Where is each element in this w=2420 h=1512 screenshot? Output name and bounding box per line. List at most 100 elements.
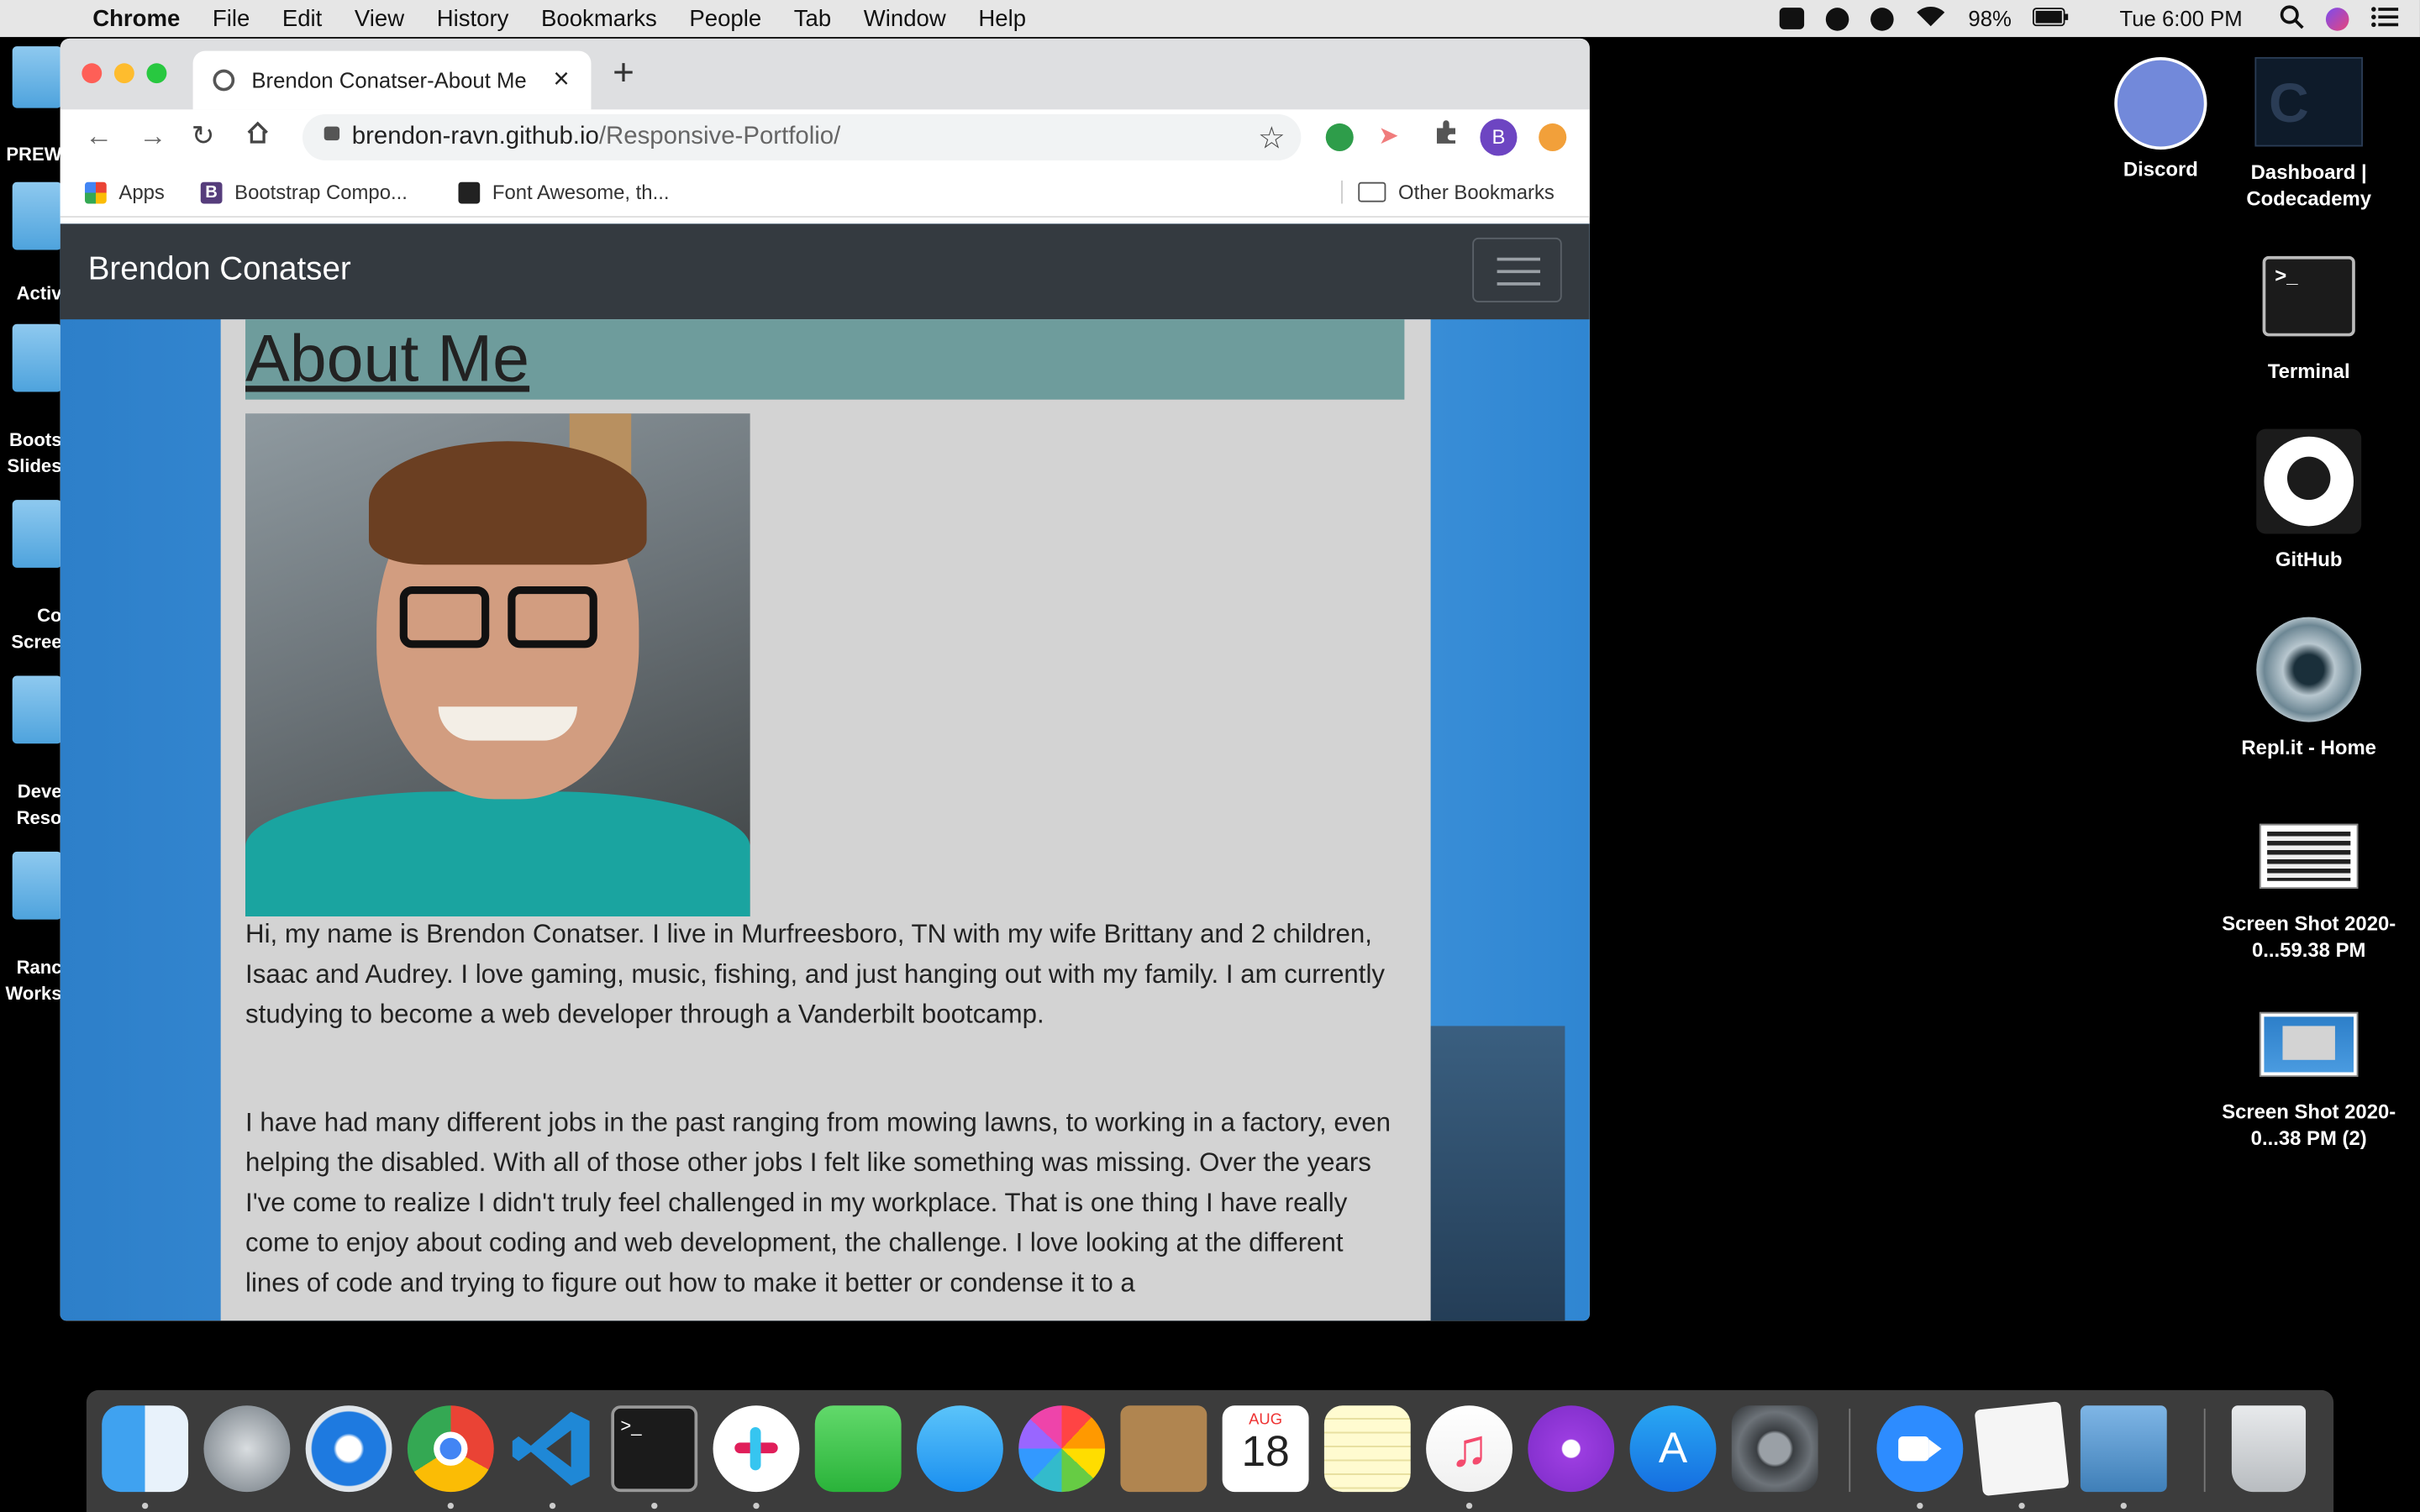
menu-bookmarks[interactable]: Bookmarks (541, 5, 657, 31)
desktop-icon-terminal[interactable]: >_ Terminal (2201, 255, 2417, 384)
system-preferences-icon[interactable] (1731, 1405, 1818, 1493)
battery-icon[interactable] (2033, 6, 2070, 30)
folder-icon (12, 500, 62, 568)
bootstrap-icon: B (200, 181, 223, 203)
replit-icon (2256, 617, 2362, 722)
bookmark-star-icon[interactable]: ☆ (1258, 118, 1286, 157)
desktop-folder-1[interactable] (0, 46, 62, 108)
desktop-folder-6[interactable]: Ranc Works (0, 851, 62, 1008)
tab-strip: Brendon Conatser-About Me × + (60, 38, 1590, 110)
desktop-icon-label: Screen Shot 2020-0...38 PM (2) (2222, 1100, 2396, 1150)
bookmark-bootstrap[interactable]: B Bootstrap Compo... (200, 180, 408, 204)
photo-glasses-left (399, 585, 490, 648)
desktop-label: Co Scree (11, 604, 62, 653)
lock-icon[interactable] (324, 126, 340, 141)
close-window-button[interactable] (82, 63, 103, 84)
address-bar[interactable]: brendon-ravn.github.io/Responsive-Portfo… (302, 113, 1302, 161)
minimize-window-button[interactable] (113, 63, 134, 84)
desktop-folder-5[interactable]: Deve Reso (0, 675, 62, 832)
launchpad-icon[interactable] (203, 1405, 291, 1493)
zoom-app-icon[interactable] (1876, 1405, 1964, 1493)
update-icon[interactable] (1539, 123, 1567, 151)
siri-icon[interactable] (2325, 7, 2349, 30)
bookmark-apps[interactable]: Apps (85, 181, 165, 203)
podcasts-icon[interactable] (1528, 1405, 1615, 1493)
extension-arrow-icon[interactable]: ➤ (1378, 120, 1406, 150)
hamburger-line (1497, 257, 1541, 261)
desktop-icon-replit[interactable]: Repl.it - Home (2201, 617, 2417, 761)
notes-icon[interactable] (1323, 1405, 1411, 1493)
menu-app-name[interactable]: Chrome (92, 5, 180, 31)
preview-icon[interactable] (2080, 1405, 2167, 1493)
battery-percent[interactable]: 98% (1968, 6, 2011, 30)
finder-icon[interactable] (102, 1405, 189, 1493)
vscode-icon[interactable] (509, 1405, 596, 1492)
clock[interactable]: Tue 6:00 PM (2119, 6, 2242, 30)
bookmark-label: Bootstrap Compo... (234, 180, 408, 204)
heading-bar: About Me (245, 319, 1405, 400)
desktop-label-prew[interactable]: PREW (0, 142, 61, 168)
desktop-folder-4[interactable]: Co Scree (0, 500, 61, 656)
desktop-icon-github[interactable]: GitHub (2201, 428, 2417, 573)
slack-icon[interactable] (713, 1405, 800, 1493)
page-heading[interactable]: About Me (245, 323, 529, 398)
new-tab-button[interactable]: + (613, 52, 634, 95)
textedit-icon[interactable] (1974, 1401, 2070, 1497)
menu-edit[interactable]: Edit (282, 5, 322, 31)
safari-icon[interactable] (305, 1405, 392, 1493)
reload-button[interactable]: ↻ (192, 120, 215, 153)
desktop-icon-codecademy[interactable]: C Dashboard | Codecademy (2201, 56, 2417, 212)
running-indicator (549, 1502, 556, 1509)
contacts-icon[interactable] (1120, 1405, 1207, 1493)
url-host: brendon-ravn.github.io (351, 123, 599, 150)
menu-tab[interactable]: Tab (794, 5, 831, 31)
desktop-icon-screenshot-2[interactable]: Screen Shot 2020-0...38 PM (2) (2201, 1011, 2417, 1151)
back-button[interactable]: ← (85, 120, 113, 153)
dock: >_ AUG 18 ♫ A (86, 1389, 2334, 1512)
calendar-icon[interactable]: AUG 18 (1222, 1405, 1309, 1493)
menu-window[interactable]: Window (864, 5, 946, 31)
zoom-window-button[interactable] (146, 63, 167, 84)
menu-people[interactable]: People (689, 5, 761, 31)
navbar-toggler-button[interactable] (1472, 237, 1562, 302)
menu-history[interactable]: History (437, 5, 509, 31)
apple-icon[interactable] (34, 5, 61, 33)
photos-icon[interactable] (1018, 1405, 1106, 1493)
profile-avatar[interactable]: B (1480, 118, 1518, 156)
home-button[interactable] (245, 120, 270, 153)
bookmark-font-awesome[interactable]: Font Awesome, th... (458, 181, 669, 203)
music-icon[interactable]: ♫ (1426, 1405, 1512, 1493)
extensions-puzzle-icon[interactable] (1432, 118, 1460, 146)
chrome-icon[interactable] (407, 1405, 494, 1493)
menu-help[interactable]: Help (978, 5, 1026, 31)
site-brand[interactable]: Brendon Conatser (88, 251, 351, 288)
other-bookmarks[interactable]: Other Bookmarks (1341, 180, 1555, 204)
messages-icon[interactable] (916, 1405, 1003, 1493)
desktop-folder-2[interactable]: Activ (0, 181, 62, 307)
trash-icon[interactable] (2231, 1405, 2307, 1493)
about-content: About Me Hi, my name is Brendon Conatser… (220, 319, 1431, 1321)
notification-center-icon[interactable] (2370, 5, 2399, 31)
spotlight-search-icon[interactable] (2280, 4, 2304, 34)
chat-status-icon[interactable] (1826, 7, 1849, 30)
extension-green-icon[interactable] (1325, 123, 1354, 151)
browser-tab-active[interactable]: Brendon Conatser-About Me × (192, 50, 592, 110)
desktop-folder-3[interactable]: Boots Slides (0, 323, 61, 480)
url-text[interactable]: brendon-ravn.github.io/Responsive-Portfo… (352, 123, 841, 151)
forward-button[interactable]: → (139, 120, 166, 153)
menu-view[interactable]: View (355, 5, 404, 31)
close-tab-icon[interactable]: × (553, 63, 569, 96)
app-store-icon[interactable]: A (1629, 1405, 1717, 1493)
zoom-status-icon[interactable] (1780, 8, 1805, 29)
terminal-dock-icon[interactable]: >_ (611, 1405, 698, 1493)
wifi-icon[interactable] (1916, 5, 1947, 31)
menu-file[interactable]: File (213, 5, 250, 31)
folder-icon (12, 46, 62, 108)
desktop-label: Activ (16, 282, 62, 304)
browser-window: Brendon Conatser-About Me × + ← → ↻ bren… (60, 38, 1590, 1321)
grammarly-status-icon[interactable] (1870, 7, 1895, 30)
desktop-label: Ranc Works (5, 956, 62, 1005)
facetime-icon[interactable] (814, 1405, 902, 1493)
apps-grid-icon (85, 181, 107, 203)
desktop-icon-screenshot-1[interactable]: Screen Shot 2020-0...59.38 PM (2201, 823, 2417, 963)
